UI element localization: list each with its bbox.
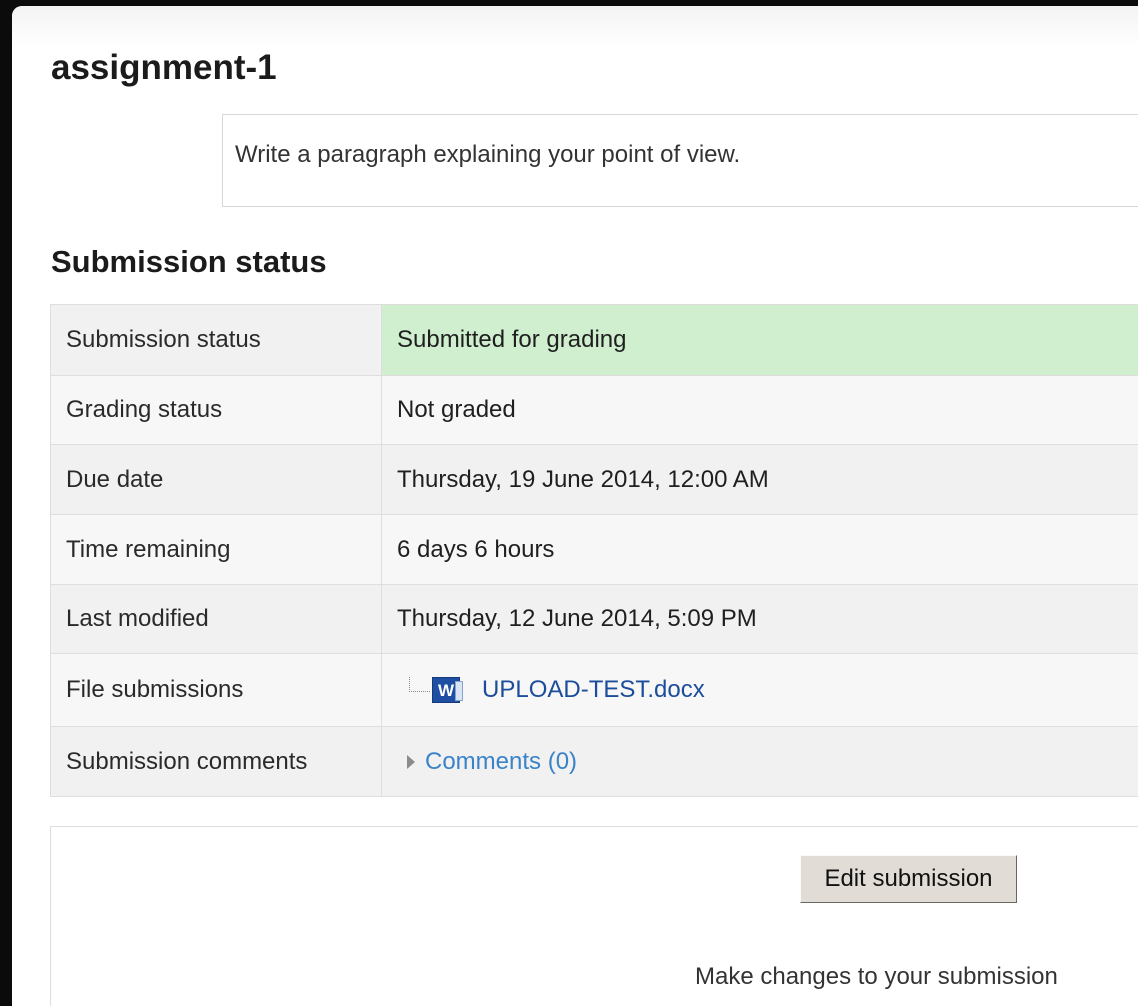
row-label: Grading status <box>50 375 382 445</box>
table-row: Time remaining 6 days 6 hours <box>50 514 1138 585</box>
submission-status-heading: Submission status <box>51 244 327 279</box>
submission-comments-cell: Comments (0) <box>381 726 1138 797</box>
row-label: Submission comments <box>50 726 382 797</box>
table-row: Submission comments Comments (0) <box>50 726 1138 797</box>
table-row: Submission status Submitted for grading <box>50 304 1138 376</box>
submission-actions-box: Edit submission Make changes to your sub… <box>50 826 1138 1006</box>
tree-connector <box>409 676 430 692</box>
file-submissions-cell: W UPLOAD-TEST.docx <box>381 653 1138 727</box>
last-modified-value: Thursday, 12 June 2014, 5:09 PM <box>381 584 1138 654</box>
assignment-intro-text: Write a paragraph explaining your point … <box>235 141 741 168</box>
table-row: File submissions W UPLOAD-TEST.docx <box>50 653 1138 727</box>
page-title: assignment-1 <box>51 48 277 87</box>
time-remaining-value: 6 days 6 hours <box>381 514 1138 585</box>
comments-toggle[interactable]: Comments (0) <box>397 748 1138 776</box>
assignment-intro-box: Write a paragraph explaining your point … <box>222 114 1138 207</box>
table-row: Last modified Thursday, 12 June 2014, 5:… <box>50 584 1138 654</box>
due-date-value: Thursday, 19 June 2014, 12:00 AM <box>381 444 1138 515</box>
page-frame: assignment-1 Write a paragraph explainin… <box>12 6 1138 1006</box>
row-label: File submissions <box>50 653 382 727</box>
grading-status-value: Not graded <box>381 375 1138 445</box>
table-row: Due date Thursday, 19 June 2014, 12:00 A… <box>50 444 1138 515</box>
comments-link[interactable]: Comments (0) <box>425 748 577 776</box>
edit-submission-button[interactable]: Edit submission <box>800 855 1017 903</box>
row-label: Submission status <box>50 304 382 376</box>
edit-submission-help: Make changes to your submission <box>695 963 1058 990</box>
table-row: Grading status Not graded <box>50 375 1138 445</box>
row-label: Last modified <box>50 584 382 654</box>
word-document-icon: W <box>432 677 463 703</box>
submission-status-table: Submission status Submitted for grading … <box>50 304 1138 797</box>
expand-triangle-icon[interactable] <box>407 754 415 769</box>
file-link[interactable]: UPLOAD-TEST.docx <box>482 676 705 704</box>
file-tree: W UPLOAD-TEST.docx <box>397 676 1138 704</box>
row-label: Due date <box>50 444 382 515</box>
row-label: Time remaining <box>50 514 382 585</box>
submission-status-value: Submitted for grading <box>381 304 1138 376</box>
